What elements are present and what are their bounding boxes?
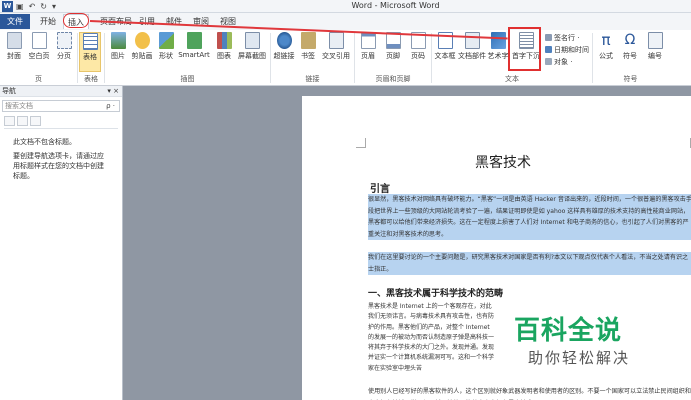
group-label-illustrations: 插图 (180, 75, 195, 83)
symbol-button[interactable]: Ω 符号 (618, 32, 642, 61)
body-paragraph-last[interactable]: 使用别人已经写好的黑客软件的人，这个区别就好象武器发明者和使用者的区别。不要一个… (368, 386, 691, 400)
ribbon: 封面 空白页 分页 表格 图片 剪贴画 形状 SmartArt 图表 屏幕截图 … (0, 30, 691, 86)
group-label-tables: 表格 (84, 75, 98, 83)
wordart-icon (490, 32, 506, 49)
nav-no-headings-message: 此文档不包含标题。 (13, 138, 76, 146)
object-button[interactable]: 对象 · (545, 57, 572, 67)
bookmark-icon (300, 32, 316, 49)
number-icon (647, 32, 663, 49)
equation-button[interactable]: π 公式 (594, 32, 618, 61)
cross-reference-icon (328, 32, 344, 49)
chart-button[interactable]: 图表 (212, 32, 236, 61)
group-label-header-footer: 页眉和页脚 (375, 75, 411, 83)
date-time-button[interactable]: 日期和时间 (545, 45, 589, 55)
clip-art-button[interactable]: 剪贴画 (130, 32, 154, 61)
cover-page-icon (6, 32, 22, 49)
number-button[interactable]: 编号 (643, 32, 667, 61)
selected-paragraph-2[interactable]: 我们在这里要讨论的一个主要问题是，研究黑客技术对国家是否有利?本文以下观点仅代表… (368, 252, 691, 276)
quick-parts-icon (464, 32, 480, 49)
picture-icon (110, 32, 126, 49)
navigation-pane: 导航 ▾ × 搜索文档 ρ · 此文档不包含标题。 要创建导航选项卡，请通过应用… (0, 86, 123, 400)
heading-section-1: 一、黑客技术属于科学技术的范畴 (368, 289, 504, 299)
table-icon (82, 33, 98, 50)
blank-page-icon (31, 32, 47, 49)
margin-corner-mark (356, 138, 366, 148)
page-break-button[interactable]: 分页 (52, 32, 76, 61)
header-button[interactable]: 页眉 (356, 32, 380, 61)
blank-page-button[interactable]: 空白页 (27, 32, 51, 61)
pi-icon: π (601, 31, 611, 49)
tab-file[interactable]: 文件 (0, 14, 30, 29)
shapes-button[interactable]: 形状 (154, 32, 178, 61)
hyperlink-button[interactable]: 超链接 (272, 32, 296, 61)
group-label-links: 链接 (305, 75, 320, 83)
signature-line-button[interactable]: 签名行 · (545, 33, 579, 43)
table-button[interactable]: 表格 (79, 32, 101, 72)
smartart-icon (186, 32, 202, 49)
picture-button[interactable]: 图片 (106, 32, 130, 61)
page-break-icon (56, 32, 72, 49)
shapes-icon (158, 32, 174, 49)
hyperlink-icon (276, 32, 292, 49)
nav-pane-controls[interactable]: ▾ × (107, 86, 119, 97)
drop-cap-annotation-box (508, 27, 541, 71)
nav-headings-view-icon[interactable] (4, 116, 15, 126)
group-label-text: 文本 (505, 75, 519, 83)
calendar-icon (545, 46, 552, 53)
nav-pane-header: 导航 ▾ × (0, 86, 122, 97)
nav-search-input[interactable]: 搜索文档 ρ · (2, 100, 120, 112)
screenshot-icon (244, 32, 260, 49)
watermark-slogan: 助你轻松解决 (528, 349, 631, 367)
insert-tab-annotation-circle (63, 13, 89, 28)
chart-icon (216, 32, 232, 49)
search-icon[interactable]: ρ · (106, 101, 115, 111)
footer-button[interactable]: 页脚 (381, 32, 405, 61)
smartart-button[interactable]: SmartArt (177, 32, 211, 59)
clip-art-icon (134, 32, 150, 49)
nav-results-view-icon[interactable] (30, 116, 41, 126)
nav-pages-view-icon[interactable] (17, 116, 28, 126)
group-label-symbols: 符号 (623, 75, 638, 83)
body-paragraph[interactable]: 黑客技术是 Internet 上的一个客观存在，对此我们无须讳言。与病毒技术具有… (368, 302, 496, 374)
document-page[interactable]: 黑客技术 引言 很显然，黑客技术对网络具有破坏能力。“黑客”一词是由英语 Hac… (302, 96, 691, 400)
tab-mailings[interactable]: 邮件 (163, 14, 185, 29)
group-label-pages: 页 (35, 75, 42, 83)
signature-line-icon (545, 34, 552, 41)
selected-paragraph-1[interactable]: 很显然，黑客技术对网络具有破坏能力。“黑客”一词是由英语 Hacker 音译出来… (368, 194, 691, 241)
window-title: Word - Microsoft Word (351, 1, 440, 10)
screenshot-button[interactable]: 屏幕截图 (235, 32, 269, 61)
watermark-logo-text: 百科全说 (514, 316, 623, 346)
cross-reference-button[interactable]: 交叉引用 (319, 32, 353, 61)
cover-page-button[interactable]: 封面 (2, 32, 26, 61)
header-icon (360, 32, 376, 49)
page-number-button[interactable]: 页码 (406, 32, 430, 61)
heading-intro: 引言 (370, 184, 390, 195)
bookmark-button[interactable]: 书签 (296, 32, 320, 61)
object-icon (545, 58, 552, 65)
title-bar: W ▣ ↶ ↻ ▾ Word - Microsoft Word (0, 0, 691, 13)
omega-icon: Ω (624, 32, 636, 48)
document-title: 黑客技术 (475, 155, 531, 171)
tab-home[interactable]: 开始 (34, 14, 62, 29)
nav-view-tabs (4, 116, 118, 129)
nav-help-message: 要创建导航选项卡，请通过应用标题样式在您的文档中创建标题。 (13, 152, 104, 180)
